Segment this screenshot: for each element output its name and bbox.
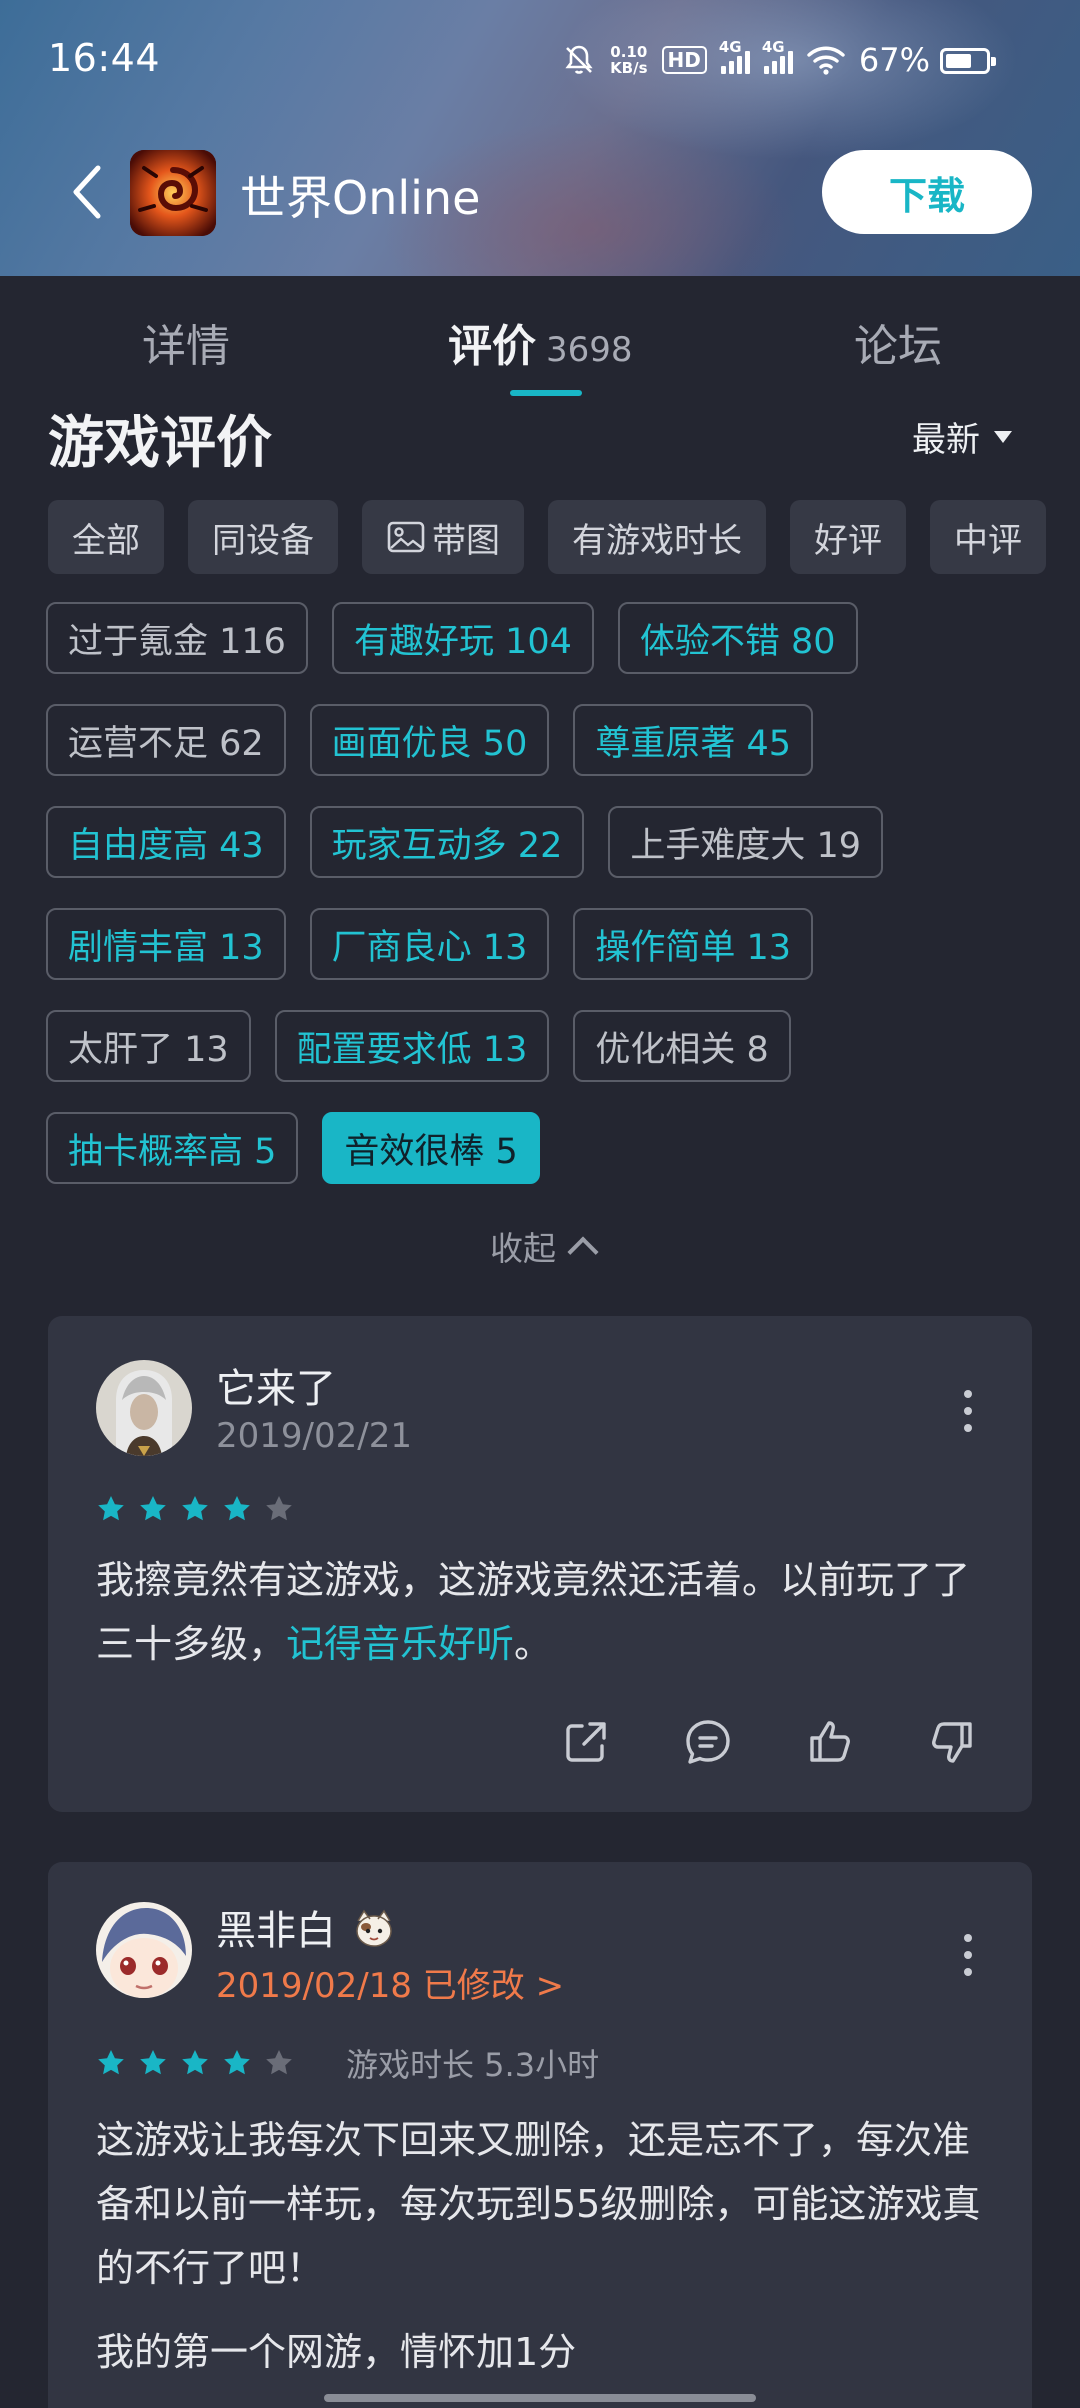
filter-same-device[interactable]: 同设备	[188, 500, 338, 574]
download-button[interactable]: 下载	[822, 150, 1032, 234]
thumbs-down-icon[interactable]	[926, 1716, 978, 1768]
back-button[interactable]	[64, 162, 114, 222]
star-filled-icon	[140, 2050, 166, 2075]
signal-icon: 4G	[762, 38, 793, 74]
review-date: 2019/02/21	[216, 1416, 412, 1456]
review-card: 它来了 2019/02/21 我擦竟然有这游戏，这游戏竟然还活着。以前玩了了三十…	[48, 1316, 1032, 1812]
avatar[interactable]	[96, 1902, 192, 1998]
app-title: 世界Online	[240, 171, 481, 225]
filter-positive[interactable]: 好评	[790, 500, 906, 574]
comment-icon[interactable]	[682, 1716, 734, 1768]
star-filled-icon	[224, 2050, 250, 2075]
tag-chip[interactable]: 过于氪金 116	[46, 602, 308, 674]
more-options-icon[interactable]	[964, 1390, 972, 1432]
user-badge-icon	[356, 1909, 392, 1947]
caret-down-icon	[994, 430, 1012, 443]
tag-chip[interactable]: 配置要求低 13	[274, 1010, 550, 1082]
star-empty-icon	[266, 1496, 292, 1521]
tag-cloud: 过于氪金 116 有趣好玩 104 体验不错 80 运营不足 62 画面优良 5…	[46, 602, 1046, 1214]
star-empty-icon	[266, 2050, 292, 2075]
tag-chip[interactable]: 玩家互动多 22	[309, 806, 585, 878]
star-filled-icon	[182, 2050, 208, 2075]
thumbs-up-icon[interactable]	[804, 1716, 856, 1768]
app-logo-icon[interactable]	[130, 150, 216, 236]
tab-indicator	[510, 390, 582, 396]
network-speed: 0.10 KB/s	[610, 43, 648, 77]
review-date-edited[interactable]: 2019/02/18 已修改 >	[216, 1958, 564, 2007]
star-filled-icon	[98, 1496, 124, 1521]
review-card: 黑非白 2019/02/18 已修改 > 游戏时长 5.3小时 这游戏让我每次下…	[48, 1862, 1032, 2408]
star-filled-icon	[224, 1496, 250, 1521]
tab-bar: 详情 评价 3698 论坛	[0, 276, 1080, 396]
filter-has-playtime[interactable]: 有游戏时长	[548, 500, 766, 574]
signal-icon: 4G	[719, 38, 750, 74]
tag-chip[interactable]: 太肝了 13	[46, 1010, 251, 1082]
battery-percent: 67%	[858, 41, 930, 79]
star-rating: 游戏时长 5.3小时	[96, 2040, 599, 2086]
review-text[interactable]: 我擦竟然有这游戏，这游戏竟然还活着。以前玩了了三十多级，记得音乐好听。	[96, 1548, 996, 1676]
image-icon	[387, 521, 425, 553]
review-count: 3698	[546, 330, 633, 370]
username[interactable]: 它来了	[216, 1356, 336, 1414]
tab-forum[interactable]: 论坛	[854, 310, 942, 374]
avatar[interactable]	[96, 1360, 192, 1456]
tag-chip[interactable]: 运营不足 62	[46, 704, 286, 776]
filter-all[interactable]: 全部	[48, 500, 164, 574]
tag-chip-selected[interactable]: 音效很棒 5	[322, 1112, 540, 1184]
share-icon[interactable]	[560, 1716, 612, 1768]
tag-chip[interactable]: 体验不错 80	[617, 602, 858, 674]
battery-icon	[940, 48, 996, 74]
tag-chip[interactable]: 自由度高 43	[46, 806, 286, 878]
tag-chip[interactable]: 画面优良 50	[309, 704, 550, 776]
filter-neutral[interactable]: 中评	[930, 500, 1046, 574]
wifi-icon	[807, 44, 845, 76]
star-filled-icon	[98, 2050, 124, 2075]
tab-details[interactable]: 详情	[142, 310, 230, 374]
tab-reviews[interactable]: 评价 3698	[448, 310, 633, 374]
header-banner: 16:44 0.10 KB/s HD 4G 4G 67% 世界Online 下载	[0, 0, 1080, 276]
tag-chip[interactable]: 厂商良心 13	[309, 908, 550, 980]
star-filled-icon	[182, 1496, 208, 1521]
review-actions	[560, 1716, 978, 1768]
highlighted-phrase: 记得音乐好听	[286, 1622, 515, 1666]
tag-chip[interactable]: 抽卡概率高 5	[46, 1112, 299, 1184]
tag-chip[interactable]: 上手难度大 19	[608, 806, 884, 878]
tag-chip[interactable]: 尊重原著 45	[573, 704, 814, 776]
tag-chip[interactable]: 优化相关 8	[573, 1010, 791, 1082]
more-options-icon[interactable]	[964, 1934, 972, 1976]
star-rating	[96, 1494, 294, 1524]
filter-with-image[interactable]: 带图	[362, 500, 524, 574]
bell-off-icon	[562, 43, 596, 77]
chevron-up-icon	[567, 1236, 599, 1268]
sort-dropdown[interactable]: 最新	[912, 412, 1012, 461]
section-title: 游戏评价	[48, 411, 272, 476]
tag-chip[interactable]: 有趣好玩 104	[331, 602, 594, 674]
collapse-toggle[interactable]: 收起	[490, 1222, 599, 1270]
chevron-left-icon	[73, 165, 101, 219]
hd-icon: HD	[661, 46, 707, 74]
status-time: 16:44	[48, 36, 161, 80]
tag-chip[interactable]: 剧情丰富 13	[46, 908, 286, 980]
review-text[interactable]: 这游戏让我每次下回来又删除，还是忘不了，每次准备和以前一样玩，每次玩到55级删除…	[96, 2108, 996, 2384]
playtime-label: 游戏时长 5.3小时	[346, 2046, 600, 2084]
tag-chip[interactable]: 操作简单 13	[573, 908, 814, 980]
username[interactable]: 黑非白	[216, 1898, 398, 1956]
star-filled-icon	[140, 1496, 166, 1521]
app-review-page: 16:44 0.10 KB/s HD 4G 4G 67% 世界Online 下载…	[0, 0, 1080, 2408]
app-bar: 世界Online 下载	[0, 140, 1080, 240]
filter-row: 全部 同设备 带图 有游戏时长 好评 中评	[48, 500, 1046, 574]
status-bar: 16:44 0.10 KB/s HD 4G 4G 67%	[0, 0, 1080, 120]
home-indicator[interactable]	[324, 2394, 756, 2402]
